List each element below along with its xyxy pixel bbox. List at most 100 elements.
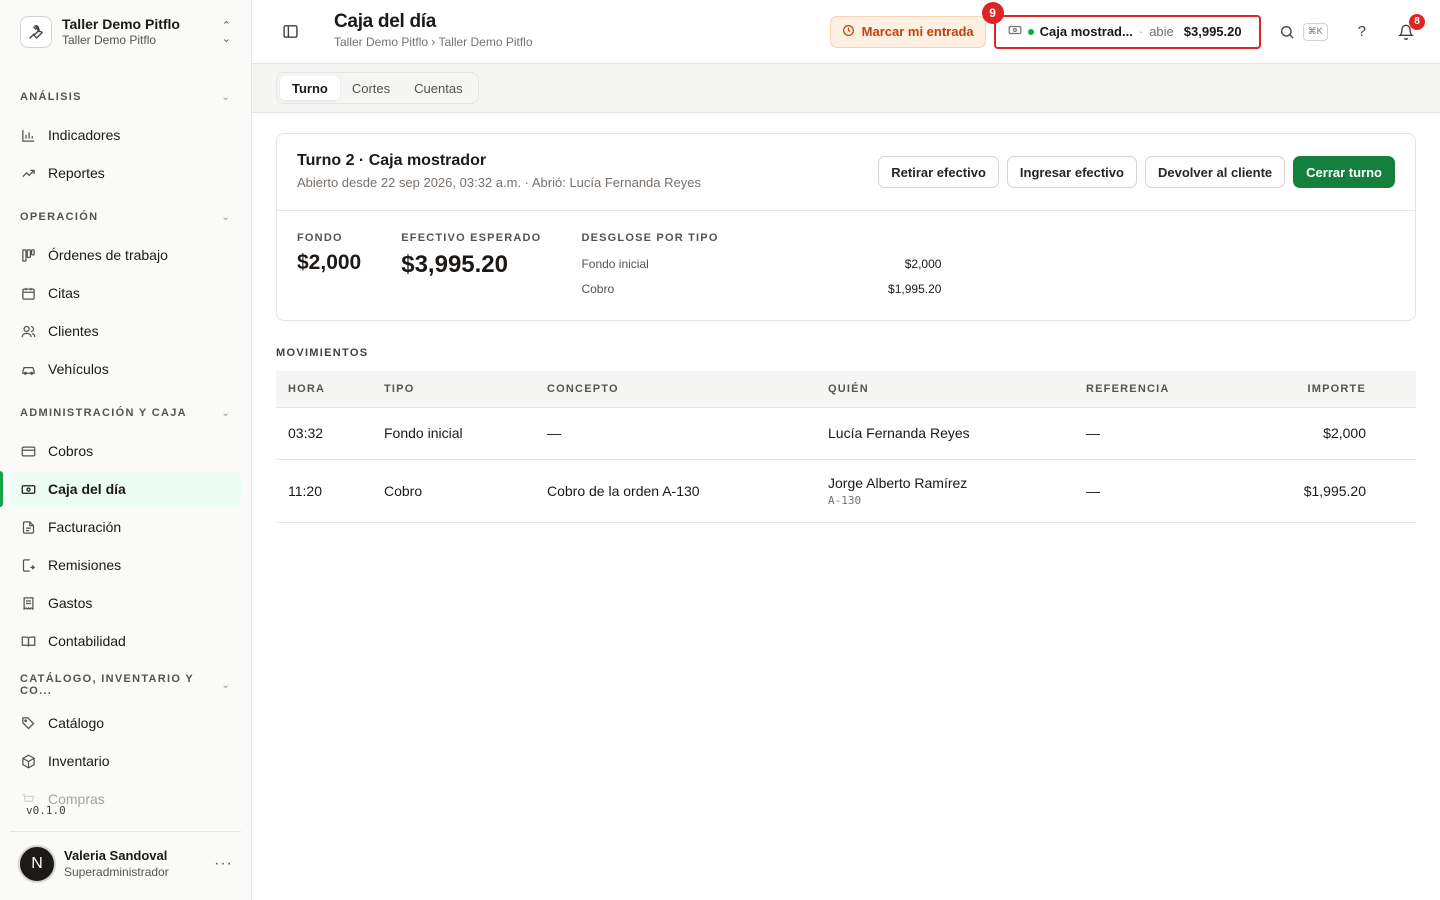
calendar-icon: [20, 285, 36, 301]
sidebar-item-reportes[interactable]: Reportes: [10, 155, 241, 191]
sidebar-item-facturacion[interactable]: Facturación: [10, 509, 241, 545]
shift-card: Turno 2 · Caja mostrador Abierto desde 2…: [276, 133, 1416, 321]
sidebar-item-citas[interactable]: Citas: [10, 275, 241, 311]
shift-subtitle: Abierto desde 22 sep 2026, 03:32 a.m. · …: [297, 175, 701, 190]
close-shift-button[interactable]: Cerrar turno: [1293, 156, 1395, 188]
workspace-switcher[interactable]: Taller Demo Pitflo Taller Demo Pitflo ⌃ ⌄: [0, 0, 251, 64]
sidebar-item-label: Inventario: [48, 753, 110, 769]
box-icon: [20, 753, 36, 769]
main-content: Caja del día Taller Demo Pitflo › Taller…: [252, 0, 1440, 900]
sidebar-item-label: Contabilidad: [48, 633, 126, 649]
sidebar-item-label: Vehículos: [48, 361, 109, 377]
column-header: QUIÉN: [816, 371, 1074, 408]
sidebar-item-inventario[interactable]: Inventario: [10, 743, 241, 779]
sidebar-item-label: Cobros: [48, 443, 94, 459]
sidebar-item-label: Caja del día: [48, 481, 126, 497]
sidebar-item-label: Catálogo: [48, 715, 105, 731]
section-analisis[interactable]: ANÁLISIS ⌄: [0, 77, 251, 117]
active-indicator: [0, 471, 3, 507]
cell-referencia: —: [1074, 407, 1274, 460]
cell-tipo: Fondo inicial: [372, 407, 535, 460]
stat-value: $2,000: [297, 251, 362, 274]
shortcut-hint: ⌘K: [1302, 22, 1328, 41]
sidebar-item-label: Clientes: [48, 323, 99, 339]
breakdown-amount: $2,000: [904, 257, 942, 271]
page-title: Caja del día: [334, 10, 436, 32]
breakdown-row: Fondo inicial $2,000: [581, 252, 941, 277]
column-header: TIPO: [372, 371, 535, 408]
tab-cortes[interactable]: Cortes: [340, 76, 402, 100]
sidebar-item-label: Gastos: [48, 595, 93, 611]
sidebar-item-cobros[interactable]: Cobros: [10, 433, 241, 469]
bar-chart-icon: [20, 127, 36, 143]
sidebar-item-ordenes[interactable]: Órdenes de trabajo: [10, 237, 241, 273]
workspace-name: Taller Demo Pitflo: [62, 16, 180, 32]
cell-concepto: Cobro de la orden A-130: [535, 459, 816, 523]
more-icon[interactable]: ···: [214, 855, 233, 873]
order-reference: A-130: [828, 493, 862, 507]
sidebar-item-vehiculos[interactable]: Vehículos: [10, 351, 241, 387]
sidebar-item-clientes[interactable]: Clientes: [10, 313, 241, 349]
app-version: v0.1.0: [26, 804, 66, 817]
refund-customer-button[interactable]: Devolver al cliente: [1144, 156, 1286, 188]
section-administracion[interactable]: ADMINISTRACIÓN Y CAJA ⌄: [0, 393, 251, 433]
document-icon: [20, 519, 36, 535]
section-catalogo[interactable]: CATÁLOGO, INVENTARIO Y CO... ⌄: [0, 665, 251, 705]
search-icon[interactable]: [1277, 22, 1297, 42]
book-icon: [20, 633, 36, 649]
stat-label: EFECTIVO ESPERADO: [401, 232, 542, 244]
notifications-button[interactable]: 8: [1396, 13, 1425, 42]
user-name: Valeria Sandoval: [64, 847, 168, 863]
file-arrow-icon: [20, 557, 36, 573]
status-dot: [1027, 28, 1034, 35]
sidebar-item-gastos[interactable]: Gastos: [10, 585, 241, 621]
breakdown-amount: $1,995.20: [888, 282, 942, 296]
column-header: REFERENCIA: [1074, 371, 1274, 408]
withdraw-cash-button[interactable]: Retirar efectivo: [878, 156, 999, 188]
sidebar-item-contabilidad[interactable]: Contabilidad: [10, 623, 241, 659]
quien-name: Jorge Alberto Ramírez: [828, 474, 968, 491]
check-in-button[interactable]: Marcar mi entrada: [829, 15, 986, 48]
topbar: Caja del día Taller Demo Pitflo › Taller…: [252, 0, 1440, 64]
cash-icon: [20, 481, 36, 497]
sidebar-item-label: Remisiones: [48, 557, 122, 573]
sidebar-item-label: Indicadores: [48, 127, 121, 143]
tab-bar: Turno Cortes Cuentas: [252, 64, 1440, 113]
sidebar-item-indicadores[interactable]: Indicadores: [10, 117, 241, 153]
breakdown-label: Fondo inicial: [581, 257, 649, 271]
register-badge: 9: [981, 1, 1004, 24]
help-icon[interactable]: ?: [1358, 23, 1366, 40]
table-row: 03:32 Fondo inicial — Lucía Fernanda Rey…: [276, 407, 1416, 460]
register-name: Caja mostrad...: [1039, 24, 1133, 39]
expected-cash-stat: EFECTIVO ESPERADO $3,995.20: [401, 231, 541, 302]
sidebar: Taller Demo Pitflo Taller Demo Pitflo ⌃ ⌄…: [0, 0, 252, 900]
tab-turno[interactable]: Turno: [280, 76, 340, 100]
tab-cuentas[interactable]: Cuentas: [402, 76, 474, 100]
user-menu[interactable]: N Valeria Sandoval Superadministrador ··…: [10, 831, 241, 895]
sidebar-item-catalogo[interactable]: Catálogo: [10, 705, 241, 741]
section-title: CATÁLOGO, INVENTARIO Y CO...: [20, 673, 194, 697]
stat-label: FONDO: [297, 232, 343, 244]
sidebar-item-label: Órdenes de trabajo: [48, 247, 168, 263]
cell-quien: Jorge Alberto Ramírez A-130: [816, 459, 1074, 523]
register-status-button[interactable]: Caja mostrad... · abie $3,995.20: [993, 14, 1261, 49]
sidebar-item-remisiones[interactable]: Remisiones: [10, 547, 241, 583]
movements-table: HORA TIPO CONCEPTO QUIÉN REFERENCIA IMPO…: [276, 371, 1416, 523]
workspace-subtitle: Taller Demo Pitflo: [62, 33, 157, 47]
breakdown-by-type: DESGLOSE POR TIPO Fondo inicial $2,000 C…: [581, 231, 941, 302]
sidebar-toggle-icon[interactable]: [280, 22, 300, 42]
deposit-cash-button[interactable]: Ingresar efectivo: [1006, 156, 1137, 188]
movements-title: MOVIMIENTOS: [276, 347, 369, 359]
section-operacion[interactable]: OPERACIÓN ⌄: [0, 197, 251, 237]
breadcrumb: Taller Demo Pitflo › Taller Demo Pitflo: [334, 34, 533, 49]
breakdown-row: Cobro $1,995.20: [581, 277, 941, 302]
chevron-down-icon: ⌄: [221, 679, 231, 691]
sidebar-item-label: Reportes: [48, 165, 105, 181]
clock-icon: [842, 24, 855, 40]
cash-icon: [1008, 23, 1022, 40]
sidebar-item-caja-del-dia[interactable]: Caja del día: [10, 471, 241, 507]
user-role: Superadministrador: [64, 864, 169, 879]
stat-label: DESGLOSE POR TIPO: [581, 232, 719, 244]
card-icon: [20, 443, 36, 459]
chevron-down-icon: ⌄: [221, 91, 231, 103]
